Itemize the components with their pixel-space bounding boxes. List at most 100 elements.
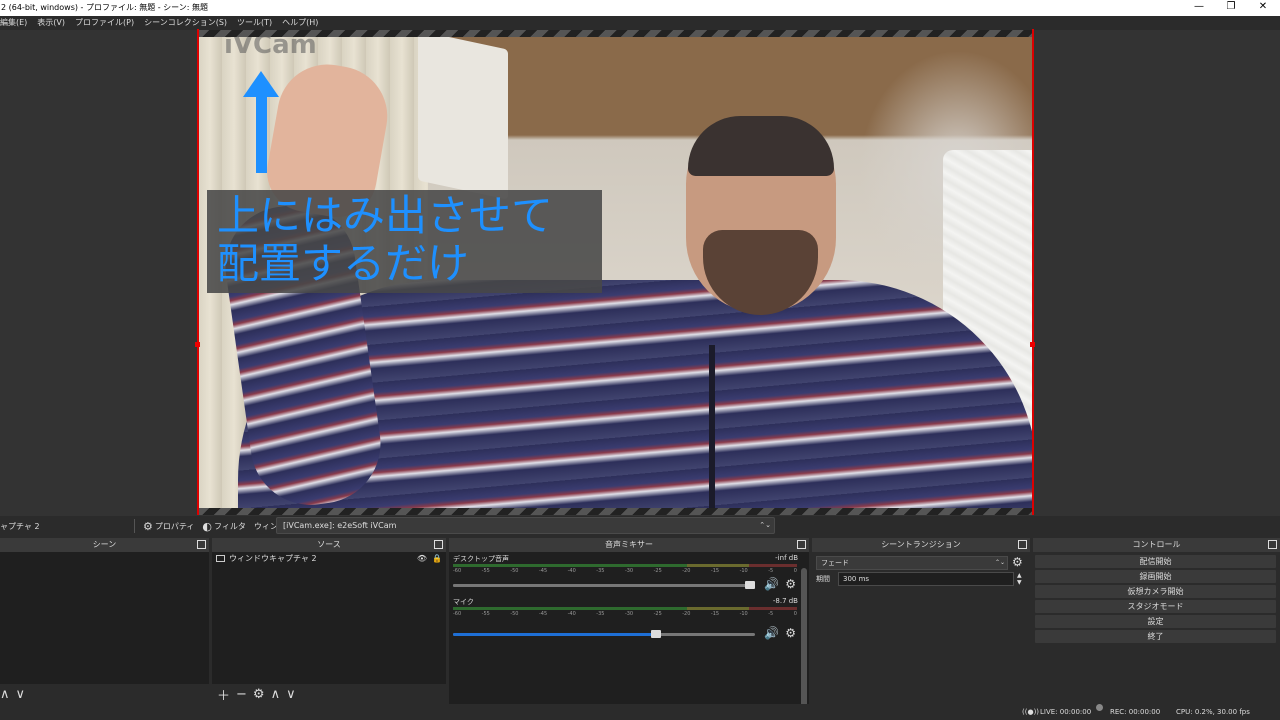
- tick-label: -30: [624, 568, 634, 574]
- volume-slider[interactable]: [453, 581, 755, 589]
- tick-label: -40: [567, 611, 576, 617]
- maximize-button[interactable]: ❐: [1214, 0, 1248, 16]
- menu-scene-collection[interactable]: シーンコレクション(S): [139, 16, 232, 30]
- duration-stepper[interactable]: ▲ ▼: [1017, 572, 1022, 586]
- menu-view[interactable]: 表示(V): [32, 16, 70, 30]
- menu-bar: 編集(E) 表示(V) プロファイル(P) シーンコレクション(S) ツール(T…: [0, 16, 1280, 30]
- start-virtual-camera-button[interactable]: 仮想カメラ開始: [1035, 585, 1276, 598]
- tick-label: -60: [453, 611, 462, 617]
- sources-title: ソース: [317, 540, 341, 549]
- filters-button[interactable]: ◐ フィルタ: [198, 520, 249, 533]
- tick-label: -5: [768, 568, 774, 574]
- move-up-icon[interactable]: ∧: [0, 687, 10, 702]
- properties-button[interactable]: ⚙ プロパティ: [139, 520, 198, 533]
- tick-label: -30: [624, 611, 634, 617]
- sources-list[interactable]: ウィンドウキャプチャ 2 👁 🔒: [212, 552, 446, 684]
- gear-icon[interactable]: ⚙: [785, 626, 796, 640]
- status-bar: ((●)) LIVE: 00:00:00 REC: 00:00:00 CPU: …: [0, 704, 1280, 720]
- tick-label: -15: [710, 611, 720, 617]
- menu-edit[interactable]: 編集(E): [0, 16, 32, 30]
- volume-slider[interactable]: [453, 630, 755, 638]
- scenes-header: シーン: [0, 538, 209, 552]
- chevron-updown-icon: ⌃⌄: [994, 559, 1005, 566]
- mixer-header: 音声ミキサー: [449, 538, 809, 552]
- duration-value: 300 ms: [843, 575, 870, 583]
- move-down-icon[interactable]: ∨: [16, 687, 26, 702]
- volume-fill: [453, 633, 662, 636]
- minimize-button[interactable]: —: [1182, 0, 1216, 16]
- gear-icon[interactable]: ⚙: [253, 687, 265, 702]
- menu-tools[interactable]: ツール(T): [232, 16, 277, 30]
- popout-icon[interactable]: [197, 540, 206, 549]
- scenes-title: シーン: [92, 540, 117, 549]
- tick-label: -35: [596, 611, 605, 617]
- popout-icon[interactable]: [434, 540, 443, 549]
- title-bar: 2 (64-bit, windows) - プロファイル: 無題 - シーン: …: [0, 0, 1280, 16]
- controls-header: コントロール: [1033, 538, 1280, 552]
- channel-name: デスクトップ音声: [453, 555, 509, 563]
- resize-handle-right[interactable]: [1030, 342, 1035, 347]
- add-icon[interactable]: ＋: [217, 685, 230, 704]
- start-recording-button[interactable]: 録画開始: [1035, 570, 1276, 583]
- popout-icon[interactable]: [1018, 540, 1027, 549]
- transitions-title: シーントランジション: [881, 540, 961, 549]
- move-down-icon[interactable]: ∨: [286, 687, 296, 702]
- popout-icon[interactable]: [1268, 540, 1277, 549]
- speaker-icon[interactable]: 🔊: [764, 626, 779, 640]
- meter-ticks: -60 -55 -50 -45 -40 -35 -30 -25 -20 -15 -10 -5 0: [453, 611, 797, 619]
- tick-label: -55: [481, 568, 490, 574]
- filter-icon: ◐: [202, 519, 213, 533]
- popout-icon[interactable]: [797, 540, 806, 549]
- window-select[interactable]: [iVCam.exe]: e2eSoft iVCam ⌃⌄: [276, 517, 775, 534]
- transitions-header: シーントランジション: [812, 538, 1030, 552]
- mixer-title: 音声ミキサー: [605, 540, 653, 549]
- gear-icon: ⚙: [143, 519, 153, 533]
- live-icon: ((●)): [1022, 708, 1040, 716]
- tick-label: -50: [510, 568, 519, 574]
- mixer-dock: 音声ミキサー デスクトップ音声 -inf dB -60 -55 -50 -45 -40 -…: [449, 538, 809, 714]
- resize-handle-left[interactable]: [195, 342, 200, 347]
- menu-help[interactable]: ヘルプ(H): [277, 16, 323, 30]
- exit-button[interactable]: 終了: [1035, 630, 1276, 643]
- scenes-list[interactable]: [0, 552, 209, 684]
- list-item[interactable]: ウィンドウキャプチャ 2 👁 🔒: [212, 552, 446, 564]
- volume-knob[interactable]: [745, 581, 755, 589]
- move-up-icon[interactable]: ∧: [271, 687, 281, 702]
- transition-select[interactable]: フェード ⌃⌄: [816, 556, 1008, 570]
- divider: [134, 519, 135, 533]
- tick-label: -35: [596, 568, 605, 574]
- properties-label: プロパティ: [154, 521, 195, 531]
- tick-label: -40: [567, 568, 576, 574]
- studio-mode-button[interactable]: スタジオモード: [1035, 600, 1276, 613]
- tick-label: -15: [710, 568, 720, 574]
- settings-button[interactable]: 設定: [1035, 615, 1276, 628]
- tick-label: -55: [481, 611, 490, 617]
- volume-knob[interactable]: [651, 630, 662, 638]
- remove-icon[interactable]: −: [236, 687, 247, 702]
- channel-db: -inf dB: [775, 554, 798, 562]
- speaker-icon[interactable]: 🔊: [764, 577, 779, 591]
- monitor-icon: [216, 554, 225, 562]
- gear-icon[interactable]: ⚙: [785, 577, 796, 591]
- eye-icon[interactable]: 👁: [417, 554, 427, 563]
- window-select-value: [iVCam.exe]: e2eSoft iVCam: [283, 521, 397, 530]
- close-button[interactable]: ✕: [1246, 0, 1280, 16]
- tick-label: -45: [538, 568, 548, 574]
- start-streaming-button[interactable]: 配信開始: [1035, 555, 1276, 568]
- lock-icon[interactable]: 🔒: [432, 554, 442, 563]
- mixer-body: デスクトップ音声 -inf dB -60 -55 -50 -45 -40 -35 -30 -2…: [449, 552, 809, 714]
- sources-footer: ＋ − ⚙ ∧ ∨: [212, 684, 446, 704]
- gear-icon[interactable]: ⚙: [1012, 555, 1023, 569]
- controls-title: コントロール: [1132, 540, 1181, 549]
- duration-input[interactable]: 300 ms: [838, 572, 1014, 586]
- mixer-scrollbar[interactable]: [801, 568, 807, 714]
- controls-dock: コントロール 配信開始 録画開始 仮想カメラ開始 スタジオモード 設定 終了: [1033, 538, 1280, 704]
- scenes-dock: シーン ∧ ∨: [0, 538, 209, 704]
- rec-status: REC: 00:00:00: [1110, 708, 1161, 716]
- mixer-channel-desktop: デスクトップ音声 -inf dB -60 -55 -50 -45 -40 -35 -30 -2…: [452, 554, 798, 594]
- selected-source-name: ャプチャ 2: [0, 521, 40, 531]
- transition-value: フェード: [821, 559, 849, 567]
- filters-label: フィルタ: [214, 521, 246, 531]
- menu-profile[interactable]: プロファイル(P): [70, 16, 139, 30]
- level-meter: [453, 564, 797, 567]
